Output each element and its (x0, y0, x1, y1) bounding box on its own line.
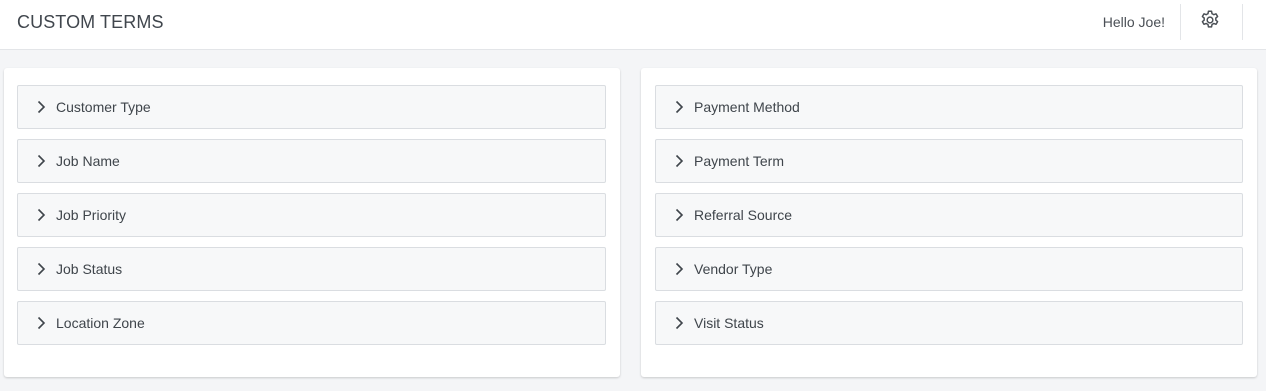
accordion-label: Payment Term (694, 153, 784, 169)
accordion-job-priority[interactable]: Job Priority (17, 193, 606, 237)
header-divider (1180, 4, 1181, 40)
accordion-label: Location Zone (56, 315, 145, 331)
chevron-right-icon (35, 316, 47, 330)
gear-icon (1199, 9, 1221, 36)
chevron-right-icon (673, 208, 685, 222)
accordion-label: Job Priority (56, 207, 127, 223)
left-terms-panel: Customer Type Job Name Job Priority Job … (4, 68, 620, 377)
page-title: CUSTOM TERMS (17, 12, 164, 32)
accordion-payment-method[interactable]: Payment Method (655, 85, 1243, 129)
accordion-list: Payment Method Payment Term Referral Sou… (655, 85, 1243, 355)
accordion-label: Payment Method (694, 99, 800, 115)
chevron-right-icon (673, 100, 685, 114)
accordion-label: Visit Status (694, 315, 764, 331)
chevron-right-icon (35, 154, 47, 168)
chevron-right-icon (673, 154, 685, 168)
settings-button[interactable] (1198, 10, 1222, 34)
chevron-right-icon (673, 262, 685, 276)
accordion-label: Customer Type (56, 99, 151, 115)
accordion-job-name[interactable]: Job Name (17, 139, 606, 183)
right-terms-panel: Payment Method Payment Term Referral Sou… (641, 68, 1257, 377)
accordion-job-status[interactable]: Job Status (17, 247, 606, 291)
header-divider (1242, 4, 1243, 40)
accordion-label: Job Status (56, 261, 123, 277)
accordion-vendor-type[interactable]: Vendor Type (655, 247, 1243, 291)
chevron-right-icon (35, 262, 47, 276)
accordion-visit-status[interactable]: Visit Status (655, 301, 1243, 345)
accordion-payment-term[interactable]: Payment Term (655, 139, 1243, 183)
accordion-location-zone[interactable]: Location Zone (17, 301, 606, 345)
chevron-right-icon (673, 316, 685, 330)
chevron-right-icon (35, 100, 47, 114)
accordion-referral-source[interactable]: Referral Source (655, 193, 1243, 237)
accordion-label: Referral Source (694, 207, 793, 223)
chevron-right-icon (35, 208, 47, 222)
user-greeting: Hello Joe! (1102, 14, 1165, 30)
top-bar: CUSTOM TERMS Hello Joe! (0, 0, 1266, 50)
accordion-customer-type[interactable]: Customer Type (17, 85, 606, 129)
accordion-label: Vendor Type (694, 261, 773, 277)
accordion-label: Job Name (56, 153, 120, 169)
accordion-list: Customer Type Job Name Job Priority Job … (17, 85, 606, 355)
